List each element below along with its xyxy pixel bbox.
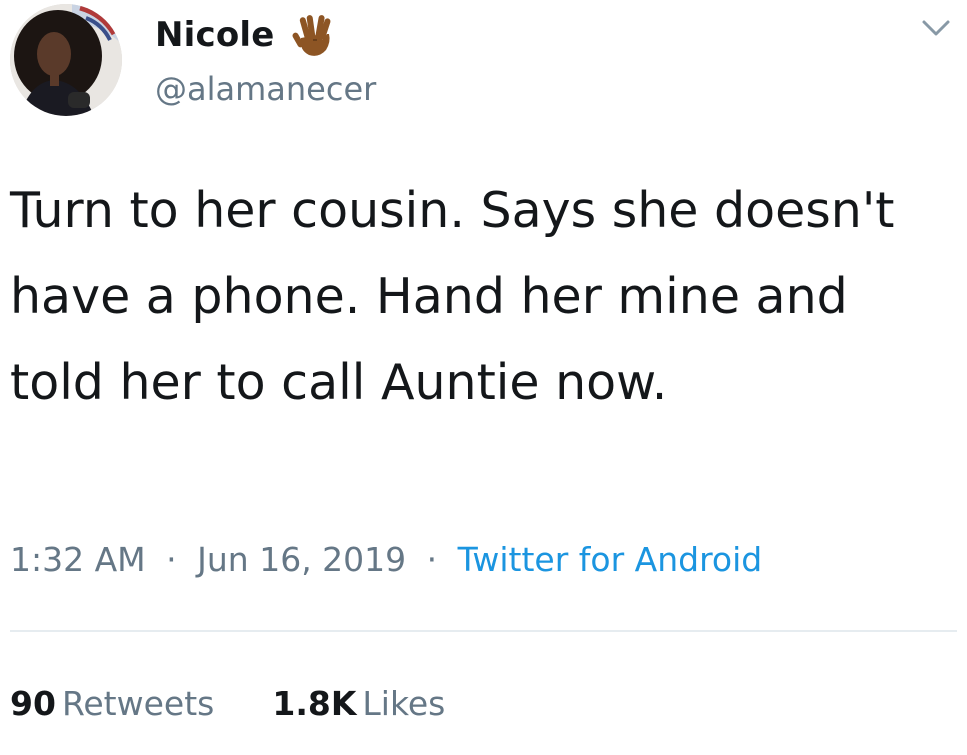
meta-separator: · [166, 540, 177, 579]
tweet-meta: 1:32 AM · Jun 16, 2019 · Twitter for And… [10, 540, 762, 579]
likes-stat[interactable]: 1.8K Likes [272, 684, 445, 723]
avatar-image [10, 4, 122, 116]
retweets-stat[interactable]: 90 Retweets [10, 684, 214, 723]
tweet-date[interactable]: Jun 16, 2019 [197, 540, 406, 579]
author-handle[interactable]: @alamanecer [155, 70, 376, 108]
likes-count: 1.8K [272, 684, 357, 723]
tweet-stats: 90 Retweets 1.8K Likes [10, 684, 445, 723]
chevron-down-icon[interactable] [918, 16, 954, 40]
tweet-text: Turn to her cousin. Says she doesn't hav… [10, 182, 895, 411]
vulcan-salute-icon [291, 12, 337, 58]
divider [10, 630, 957, 632]
tweet-source-link[interactable]: Twitter for Android [458, 540, 763, 579]
author-name-row: Nicole [155, 10, 376, 60]
tweet-author: Nicole @alamanecer [155, 10, 376, 108]
user-avatar[interactable] [10, 4, 122, 116]
author-display-name[interactable]: Nicole [155, 15, 275, 55]
retweets-label: Retweets [61, 684, 215, 723]
tweet-card: Nicole @alamanecer Turn to her cousin. S… [0, 0, 967, 755]
likes-label: Likes [362, 684, 446, 723]
retweets-count: 90 [10, 684, 56, 723]
tweet-time[interactable]: 1:32 AM [10, 540, 146, 579]
meta-separator: · [426, 540, 438, 579]
